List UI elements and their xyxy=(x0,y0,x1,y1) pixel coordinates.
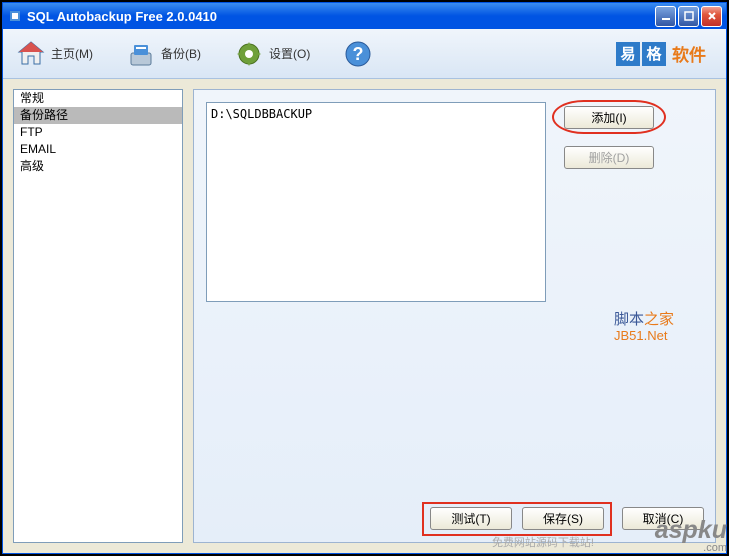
sidebar-item-general[interactable]: 常规 xyxy=(14,90,182,107)
toolbar: 主页(M) 备份(B) 设置(O) ? 易 格 软件 xyxy=(3,29,726,79)
brand-char-1: 易 xyxy=(616,42,640,66)
app-icon xyxy=(7,8,23,24)
cancel-button[interactable]: 取消(C) xyxy=(622,507,704,530)
watermark-jbzj: 脚本之家 xyxy=(614,308,674,329)
path-item[interactable]: D:\SQLDBBACKUP xyxy=(211,107,541,121)
add-button[interactable]: 添加(I) xyxy=(564,106,654,129)
window-title: SQL Autobackup Free 2.0.0410 xyxy=(27,9,655,24)
save-button[interactable]: 保存(S) xyxy=(522,507,604,530)
application-window: SQL Autobackup Free 2.0.0410 主页(M) 备份(B) xyxy=(2,2,727,554)
svg-text:?: ? xyxy=(353,44,364,64)
toolbar-settings-label: 设置(O) xyxy=(269,45,310,62)
toolbar-backup[interactable]: 备份(B) xyxy=(125,38,201,70)
sidebar-item-email[interactable]: EMAIL xyxy=(14,141,182,158)
help-icon: ? xyxy=(342,38,374,70)
title-bar: SQL Autobackup Free 2.0.0410 xyxy=(3,3,726,29)
watermark-jb51: JB51.Net xyxy=(614,328,667,343)
toolbar-backup-label: 备份(B) xyxy=(161,45,201,62)
toolbar-help[interactable]: ? xyxy=(342,38,374,70)
brand-text: 软件 xyxy=(672,41,706,66)
sidebar-item-backup-path[interactable]: 备份路径 xyxy=(14,107,182,124)
minimize-button[interactable] xyxy=(655,6,676,27)
close-button[interactable] xyxy=(701,6,722,27)
path-list[interactable]: D:\SQLDBBACKUP xyxy=(206,102,546,302)
brand-char-2: 格 xyxy=(642,42,666,66)
brand-logo: 易 格 软件 xyxy=(616,41,706,66)
sidebar-item-ftp[interactable]: FTP xyxy=(14,124,182,141)
delete-button: 删除(D) xyxy=(564,146,654,169)
content-panel: D:\SQLDBBACKUP 添加(I) 删除(D) 脚本之家 JB51.Net… xyxy=(193,89,716,543)
main-area: 常规 备份路径 FTP EMAIL 高级 D:\SQLDBBACKUP 添加(I… xyxy=(3,79,726,553)
backup-icon xyxy=(125,38,157,70)
toolbar-home[interactable]: 主页(M) xyxy=(15,38,93,70)
sidebar: 常规 备份路径 FTP EMAIL 高级 xyxy=(13,89,183,543)
home-icon xyxy=(15,38,47,70)
toolbar-home-label: 主页(M) xyxy=(51,45,93,62)
gear-icon xyxy=(233,38,265,70)
maximize-button[interactable] xyxy=(678,6,699,27)
toolbar-settings[interactable]: 设置(O) xyxy=(233,38,310,70)
window-controls xyxy=(655,6,722,27)
sidebar-item-advanced[interactable]: 高级 xyxy=(14,158,182,175)
test-button[interactable]: 测试(T) xyxy=(430,507,512,530)
